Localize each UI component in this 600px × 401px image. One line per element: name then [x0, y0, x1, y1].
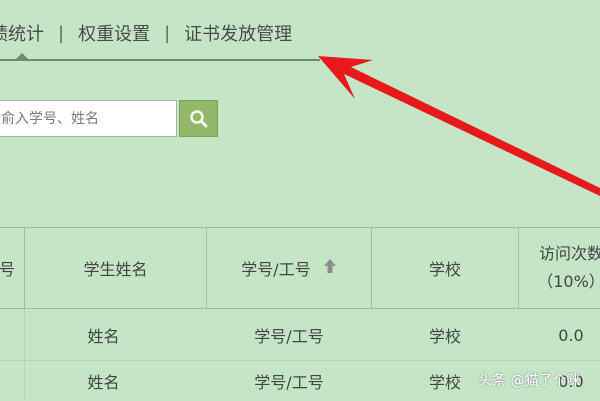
tab-grade-statistics[interactable]: 绩统计 — [0, 20, 44, 46]
tab-separator: | — [58, 22, 65, 44]
tab-separator: | — [164, 22, 171, 44]
sort-ascending-icon[interactable] — [323, 258, 337, 278]
table-header-bottom-border — [0, 308, 600, 309]
table-cell-student-id: 学号/工号 — [254, 327, 324, 346]
tab-bar: 绩统计 | 权重设置 | 证书发放管理 — [0, 18, 292, 48]
tab-weight-settings[interactable]: 权重设置 — [78, 20, 150, 46]
table-cell-student-name: 姓名 — [87, 327, 120, 346]
table-cell-student-id: 学号/工号 — [254, 373, 324, 392]
table-cell-visits: 0.0 — [558, 325, 584, 345]
tab-certificate-management[interactable]: 证书发放管理 — [184, 20, 292, 46]
column-header-visits[interactable]: 访问次数 （10%） — [519, 227, 600, 308]
tab-underline — [0, 59, 320, 61]
active-tab-indicator — [16, 53, 28, 59]
table-cell-student-name: 姓名 — [87, 373, 120, 392]
search-button[interactable] — [179, 100, 218, 137]
column-header-student-name[interactable]: 学生姓名 — [25, 227, 206, 308]
column-header-student-id[interactable]: 学号/工号 — [207, 227, 371, 308]
search-icon — [189, 109, 207, 127]
watermark: 头条 @猫了个咪 — [478, 373, 581, 389]
column-header-school[interactable]: 学校 — [372, 227, 518, 308]
table-cell-school: 学校 — [428, 327, 461, 346]
search-input[interactable] — [0, 100, 177, 137]
column-header-number: 号 — [0, 259, 15, 279]
